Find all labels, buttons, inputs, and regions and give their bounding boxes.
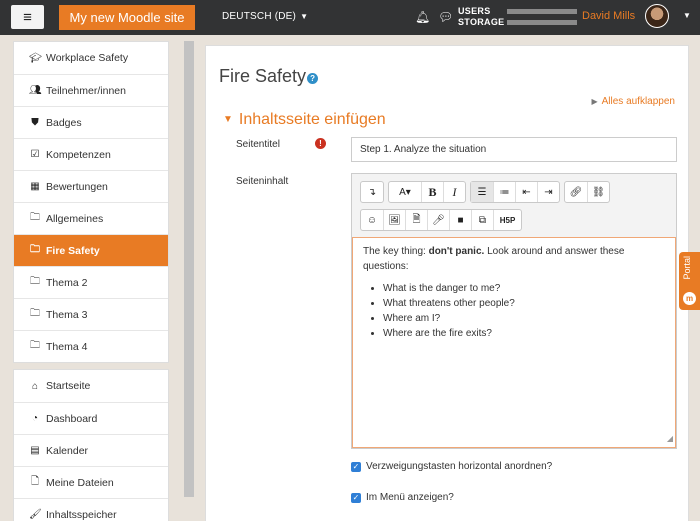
- media-file-icon[interactable]: 🗎: [405, 210, 427, 230]
- folder-icon: 🗀: [30, 340, 40, 351]
- sidebar-item-dashboard[interactable]: ◔ Dashboard: [14, 402, 168, 434]
- caret-down-icon: ▼: [223, 114, 233, 125]
- brush-icon: 🖌︎: [29, 509, 42, 520]
- folder-icon: 🗀: [30, 308, 40, 319]
- editor-toolbar-row-2: ☺ 🖼︎ 🗎 🎤︎ ■ ⧉ H5P: [360, 209, 522, 231]
- dashboard-icon: ◔: [31, 413, 39, 424]
- sidebar-item-topic-2[interactable]: 🗀 Thema 2: [14, 266, 168, 298]
- storage-label: USERS STORAGE: [458, 6, 505, 27]
- folder-icon: 🗀: [30, 276, 40, 287]
- video-camera-icon[interactable]: ■: [449, 210, 471, 230]
- hamburger-icon: ≡: [23, 8, 32, 26]
- expand-all-link[interactable]: ▶ Alles aufklappen: [591, 96, 675, 107]
- caret-down-icon: ▼: [300, 12, 309, 21]
- home-icon: ⌂: [31, 380, 39, 392]
- page-title-label: Seitentitel: [236, 139, 280, 150]
- italic-icon[interactable]: I: [443, 182, 465, 202]
- folder-icon: 🗀: [30, 244, 40, 255]
- paragraph-style-icon[interactable]: A▾: [389, 182, 421, 202]
- sidebar-item-badges[interactable]: ⛊ Badges: [14, 106, 168, 138]
- link-icon[interactable]: 🔗︎: [565, 182, 587, 202]
- sidebar-item-general[interactable]: 🗀 Allgemeines: [14, 202, 168, 234]
- list-item: Where am I?: [383, 311, 665, 326]
- checkmark-icon: ✓: [351, 492, 361, 503]
- sidebar-item-home[interactable]: ⌂ Startseite: [14, 370, 168, 402]
- show-in-menu-checkbox[interactable]: ✓ Im Menü anzeigen?: [351, 492, 454, 503]
- sidebar-item-topic-3[interactable]: 🗀 Thema 3: [14, 298, 168, 330]
- portal-icon: m: [683, 292, 696, 305]
- checkbox-icon: ☑: [30, 149, 40, 160]
- list-item: What is the danger to me?: [383, 281, 665, 296]
- editor-content-area[interactable]: The key thing: don't panic. Look around …: [352, 237, 676, 448]
- main-content: Fire Safety? ▶ Alles aufklappen ▼ Inhaltss…: [205, 45, 689, 521]
- page-title: Fire Safety?: [219, 66, 319, 87]
- storage-usage-bar: [507, 20, 577, 25]
- toolbar-toggle-icon[interactable]: ↴: [361, 182, 383, 202]
- language-menu[interactable]: DEUTSCH (DE) ▼: [222, 11, 308, 22]
- users-icon: 👥︎: [29, 85, 42, 96]
- graduation-cap-icon: 🎓︎: [29, 52, 42, 64]
- sidebar-nav: 🎓︎ Workplace Safety 👥︎ Teilnehmer/innen ⛊ B…: [13, 41, 169, 521]
- sidebar-item-calendar[interactable]: ▤ Kalender: [14, 434, 168, 466]
- h5p-icon[interactable]: H5P: [493, 210, 521, 230]
- calendar-icon: ▤: [30, 445, 40, 456]
- help-icon[interactable]: ?: [307, 73, 319, 84]
- users-usage-bar: [507, 9, 577, 14]
- editor-toolbar-row-1: ↴ A▾ B I ☰ ≔ ⇤ ⇥ 🔗︎ ⛓: [360, 181, 610, 203]
- sidebar-item-my-files[interactable]: 🗋 Meine Dateien: [14, 466, 168, 498]
- emoticon-icon[interactable]: ☺: [361, 210, 383, 230]
- list-item: What threatens other people?: [383, 296, 665, 311]
- avatar[interactable]: [645, 4, 669, 28]
- image-icon[interactable]: 🖼︎: [383, 210, 405, 230]
- folder-icon: 🗀: [30, 212, 40, 223]
- sidebar-item-grades[interactable]: ▦ Bewertungen: [14, 170, 168, 202]
- sidebar-item-competencies[interactable]: ☑ Kompetenzen: [14, 138, 168, 170]
- resize-handle-icon[interactable]: ◢: [667, 431, 673, 446]
- sidebar-item-content-bank[interactable]: 🖌︎ Inhaltsspeicher: [14, 498, 168, 521]
- page-content-label: Seiteninhalt: [236, 176, 289, 187]
- rich-text-editor: ↴ A▾ B I ☰ ≔ ⇤ ⇥ 🔗︎ ⛓ ☺ 🖼︎ 🗎 🎤︎ ■ ⧉ H5P …: [351, 173, 677, 449]
- sidebar-item-workplace-safety[interactable]: 🎓︎ Workplace Safety: [14, 42, 168, 74]
- editor-bullet-list: What is the danger to me? What threatens…: [363, 281, 665, 341]
- portal-side-tab[interactable]: Portal m: [679, 252, 700, 310]
- course-nav-group: 🎓︎ Workplace Safety 👥︎ Teilnehmer/innen ⛊ B…: [13, 41, 169, 363]
- top-navbar: ≡ My new Moodle site DEUTSCH (DE) ▼ 🔔︎ 💬︎…: [0, 0, 700, 35]
- page-title-input[interactable]: [351, 137, 677, 162]
- list-item: Where are the fire exits?: [383, 326, 665, 341]
- microphone-icon[interactable]: 🎤︎: [427, 210, 449, 230]
- sidebar-scrollbar[interactable]: [184, 41, 194, 497]
- chat-bubble-icon[interactable]: 💬︎: [438, 10, 453, 24]
- copy-icon[interactable]: ⧉: [471, 210, 493, 230]
- language-label: DEUTSCH (DE): [222, 11, 297, 22]
- editor-intro-paragraph: The key thing: don't panic. Look around …: [363, 246, 625, 272]
- indent-icon[interactable]: ⇥: [537, 182, 559, 202]
- caret-down-icon[interactable]: ▼: [683, 11, 691, 20]
- section-header[interactable]: ▼ Inhaltsseite einfügen: [223, 111, 386, 129]
- file-icon: 🗋: [30, 476, 40, 487]
- bell-icon[interactable]: 🔔︎: [415, 10, 430, 24]
- ordered-list-icon[interactable]: ≔: [493, 182, 515, 202]
- outdent-icon[interactable]: ⇤: [515, 182, 537, 202]
- site-nav-group: ⌂ Startseite ◔ Dashboard ▤ Kalender 🗋 Meine …: [13, 369, 169, 521]
- horizontal-buttons-checkbox[interactable]: ✓ Verzweigungstasten horizontal anordnen?: [351, 461, 552, 472]
- sidebar-item-topic-4[interactable]: 🗀 Thema 4: [14, 330, 168, 362]
- required-icon: !: [315, 138, 326, 149]
- checkmark-icon: ✓: [351, 461, 361, 472]
- sidebar-item-fire-safety[interactable]: 🗀 Fire Safety: [14, 234, 168, 266]
- hamburger-menu-button[interactable]: ≡: [11, 5, 44, 29]
- unordered-list-icon[interactable]: ☰: [471, 182, 493, 202]
- table-icon: ▦: [30, 181, 40, 192]
- portal-label: Portal: [682, 256, 692, 280]
- caret-right-icon: ▶: [591, 97, 598, 106]
- unlink-icon[interactable]: ⛓: [587, 182, 609, 202]
- shield-icon: ⛊: [31, 117, 39, 128]
- user-name[interactable]: David Mills: [582, 10, 635, 22]
- sidebar-item-participants[interactable]: 👥︎ Teilnehmer/innen: [14, 74, 168, 106]
- bold-icon[interactable]: B: [421, 182, 443, 202]
- site-name-link[interactable]: My new Moodle site: [59, 5, 195, 30]
